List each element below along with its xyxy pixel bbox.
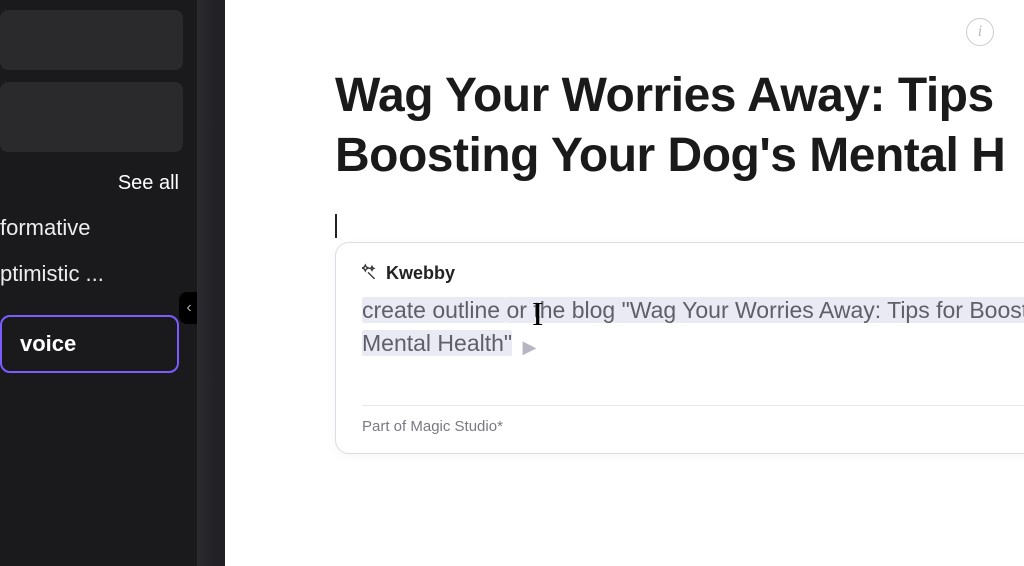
sidebar-edge-strip [197, 0, 225, 566]
chevron-left-icon: ‹ [186, 299, 191, 317]
ai-prompt-input[interactable]: create outline or the blog "Wag Your Wor… [362, 294, 1024, 361]
ai-footer-note: Part of Magic Studio* [362, 405, 1024, 435]
prompt-text-segment: create outline [362, 297, 506, 323]
voice-button[interactable]: voice [0, 315, 179, 373]
title-line-2: Boosting Your Dog's Mental H [335, 126, 1024, 186]
see-all-link[interactable]: See all [118, 172, 179, 195]
submit-play-icon[interactable]: ▶ [522, 334, 536, 360]
sidebar-option-card[interactable] [0, 10, 183, 70]
info-icon[interactable]: i [966, 18, 994, 46]
prompt-text-segment: Mental Health" [362, 330, 512, 356]
info-glyph: i [978, 23, 982, 41]
document-area: i Wag Your Worries Away: Tips Boosting Y… [225, 0, 1024, 566]
title-line-1: Wag Your Worries Away: Tips [335, 69, 994, 122]
magic-wand-icon [362, 263, 378, 284]
collapse-sidebar-button[interactable]: ‹ [179, 292, 197, 324]
prompt-text-segment: or the blog "Wag Your Worries Away: Tips… [506, 297, 1024, 323]
document-title[interactable]: Wag Your Worries Away: Tips Boosting You… [335, 66, 1024, 186]
tone-option-informative[interactable]: formative [0, 211, 197, 245]
sidebar-option-card[interactable] [0, 82, 183, 152]
ai-assistant-name: Kwebby [386, 263, 455, 284]
text-cursor [335, 214, 337, 238]
ai-assistant-card: Kwebby create outline or the blog "Wag Y… [335, 242, 1024, 454]
sidebar: See all formative ptimistic ... voice ‹ [0, 0, 197, 566]
tone-option-optimistic[interactable]: ptimistic ... [0, 257, 197, 291]
